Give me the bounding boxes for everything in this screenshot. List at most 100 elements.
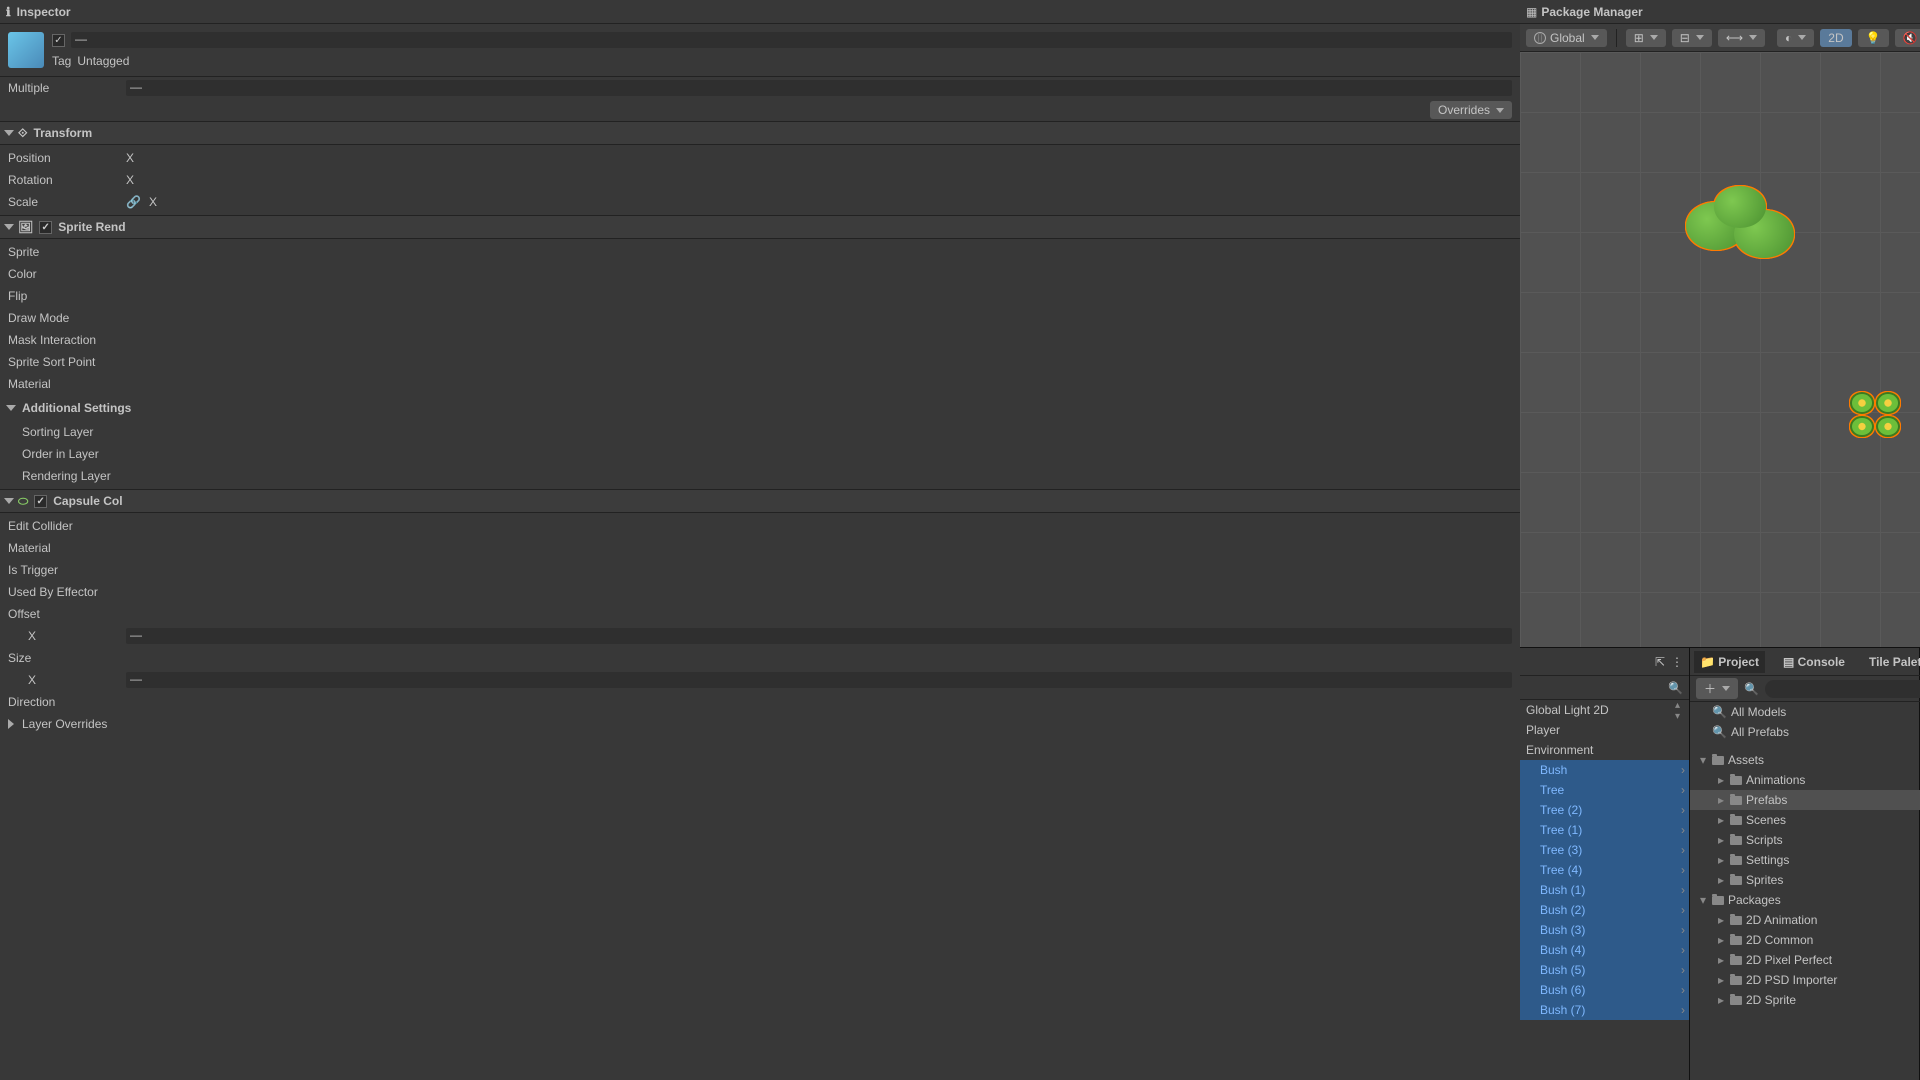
lock-icon[interactable]: 🔗	[126, 195, 141, 209]
project-tree-item[interactable]: ▸Animations	[1690, 770, 1920, 790]
transform-component[interactable]: ⟐ Transform	[0, 121, 1520, 145]
snap-increment-button[interactable]: ⟷	[1718, 29, 1765, 47]
create-button[interactable]: ＋	[1696, 678, 1738, 699]
chevron-right-icon: ›	[1681, 963, 1685, 977]
chevron-right-icon: ›	[1681, 1003, 1685, 1017]
inspector-prop-label: Material	[8, 377, 118, 391]
hierarchy-item[interactable]: Player	[1520, 720, 1689, 740]
hierarchy-menu-icon[interactable]: ⋮	[1671, 655, 1683, 669]
fold-icon	[4, 130, 14, 136]
hierarchy-item[interactable]: Tree (2)›	[1520, 800, 1689, 820]
scene-view: ▦ Package Manager ⋮ Global ⊞ ⊟ ⟷ ◐ 2D 💡	[1520, 0, 1920, 647]
shading-mode[interactable]: ◐	[1777, 29, 1814, 47]
folder-icon	[1730, 776, 1742, 785]
collider-enabled-checkbox[interactable]	[34, 495, 47, 508]
folder-icon	[1712, 756, 1724, 765]
overrides-dropdown[interactable]: Overrides	[1430, 101, 1512, 119]
project-tree-item[interactable]: ▸2D Animation	[1690, 910, 1920, 930]
edit-collider-label: Edit Collider	[8, 519, 118, 533]
project-tree-item[interactable]: ▸Scripts	[1690, 830, 1920, 850]
hierarchy-item[interactable]: Environment	[1520, 740, 1689, 760]
project-tree-item[interactable]: ▸2D Pixel Perfect	[1690, 950, 1920, 970]
fold-icon: ▸	[1716, 993, 1726, 1007]
multiple-label: Multiple	[8, 81, 118, 95]
filter-all-prefabs[interactable]: 🔍 All Prefabs	[1690, 722, 1920, 742]
hierarchy-item[interactable]: Tree›	[1520, 780, 1689, 800]
hierarchy-item[interactable]: Bush›	[1520, 760, 1689, 780]
hierarchy-item[interactable]: Tree (4)›	[1520, 860, 1689, 880]
project-tree-item[interactable]: ▾Assets	[1690, 750, 1920, 770]
project-tree-item[interactable]: ▾Packages	[1690, 890, 1920, 910]
size-label: Size	[8, 651, 118, 665]
lighting-toggle[interactable]: 💡	[1858, 29, 1889, 47]
inspector-prop-label: Offset	[8, 607, 118, 621]
chevron-right-icon: ›	[1681, 903, 1685, 917]
chevron-down-icon	[1591, 35, 1599, 40]
chevron-right-icon: ›	[1681, 943, 1685, 957]
hierarchy-item[interactable]: Tree (1)›	[1520, 820, 1689, 840]
hierarchy-item[interactable]: Tree (3)›	[1520, 840, 1689, 860]
search-icon[interactable]: 🔍	[1668, 681, 1683, 695]
hierarchy-item[interactable]: Bush (7)›	[1520, 1000, 1689, 1020]
tag-dropdown[interactable]: Untagged	[77, 54, 129, 68]
inspector-prop-label: Draw Mode	[8, 311, 118, 325]
sprite-renderer-component[interactable]: 🖼 Sprite Rend	[0, 215, 1520, 239]
tab-console[interactable]: ▤ Console	[1777, 651, 1851, 673]
project-tree-item[interactable]: ▸Prefabs	[1690, 790, 1920, 810]
grid-visibility-button[interactable]: ⊟	[1672, 29, 1712, 47]
fold-icon: ▸	[1716, 913, 1726, 927]
chevron-right-icon: ›	[1681, 823, 1685, 837]
hierarchy-item[interactable]: Global Light 2D	[1520, 700, 1689, 720]
fold-icon: ▸	[1716, 773, 1726, 787]
hierarchy-item[interactable]: Bush (6)›	[1520, 980, 1689, 1000]
folder-icon	[1730, 836, 1742, 845]
tab-tile-palette[interactable]: Tile Palette	[1863, 651, 1920, 673]
project-tree-item[interactable]: ▸2D Common	[1690, 930, 1920, 950]
hierarchy-item[interactable]: Bush (4)›	[1520, 940, 1689, 960]
inspector-prop-label: Mask Interaction	[8, 333, 118, 347]
hierarchy-item[interactable]: Bush (3)›	[1520, 920, 1689, 940]
folder-icon	[1730, 996, 1742, 1005]
global-toggle[interactable]: Global	[1526, 29, 1607, 47]
tab-project[interactable]: 📁 Project	[1694, 651, 1765, 673]
transform-title: Transform	[33, 126, 92, 140]
filter-all-models[interactable]: 🔍 All Models	[1690, 702, 1920, 722]
project-tree-item[interactable]: ▸Settings	[1690, 850, 1920, 870]
position-label: Position	[8, 151, 118, 165]
scene-viewport[interactable]	[1520, 52, 1920, 647]
scene-tree-cluster[interactable]	[1680, 182, 1800, 282]
sprite-enabled-checkbox[interactable]	[39, 221, 52, 234]
multiple-field: —	[126, 80, 1512, 96]
project-tree-item[interactable]: ▸Sprites	[1690, 870, 1920, 890]
project-tree-item[interactable]: ▸2D PSD Importer	[1690, 970, 1920, 990]
chevron-right-icon: ›	[1681, 843, 1685, 857]
project-tree-item[interactable]: ▸2D Sprite	[1690, 990, 1920, 1010]
project-search[interactable]	[1765, 680, 1920, 698]
inspector-prop-label: Sorting Layer	[8, 425, 118, 439]
inspector-prop-label: Rendering Layer	[8, 469, 118, 483]
name-field[interactable]: —	[71, 32, 1512, 48]
project-panel: 📁 Project ▤ Console Tile Palette ⇱ ⋮ ＋ 🔍…	[1690, 648, 1920, 1080]
globe-icon	[1534, 32, 1546, 44]
active-checkbox[interactable]	[52, 34, 65, 47]
project-tree-item[interactable]: ▸Scenes	[1690, 810, 1920, 830]
hierarchy-item[interactable]: Bush (2)›	[1520, 900, 1689, 920]
scene-tab-bar: ▦ Package Manager ⋮	[1520, 0, 1920, 24]
chevron-right-icon: ›	[1681, 863, 1685, 877]
2d-toggle[interactable]: 2D	[1820, 29, 1851, 47]
hierarchy-item[interactable]: Bush (5)›	[1520, 960, 1689, 980]
audio-toggle[interactable]: 🔇	[1895, 29, 1920, 47]
grid-snap-button[interactable]: ⊞	[1626, 29, 1666, 47]
gameobject-icon[interactable]	[8, 32, 44, 68]
info-icon: ℹ	[6, 5, 11, 19]
search-icon: 🔍	[1744, 682, 1759, 696]
hierarchy-item[interactable]: Bush (1)›	[1520, 880, 1689, 900]
folder-icon	[1730, 856, 1742, 865]
collider-icon: ⬭	[18, 494, 28, 509]
folder-icon	[1730, 796, 1742, 805]
scene-bush-2[interactable]	[1850, 392, 1900, 437]
fold-icon: ▸	[1716, 793, 1726, 807]
folder-icon	[1730, 936, 1742, 945]
hierarchy-collapse-icon[interactable]: ⇱	[1655, 655, 1665, 669]
capsule-collider-component[interactable]: ⬭ Capsule Col	[0, 489, 1520, 513]
